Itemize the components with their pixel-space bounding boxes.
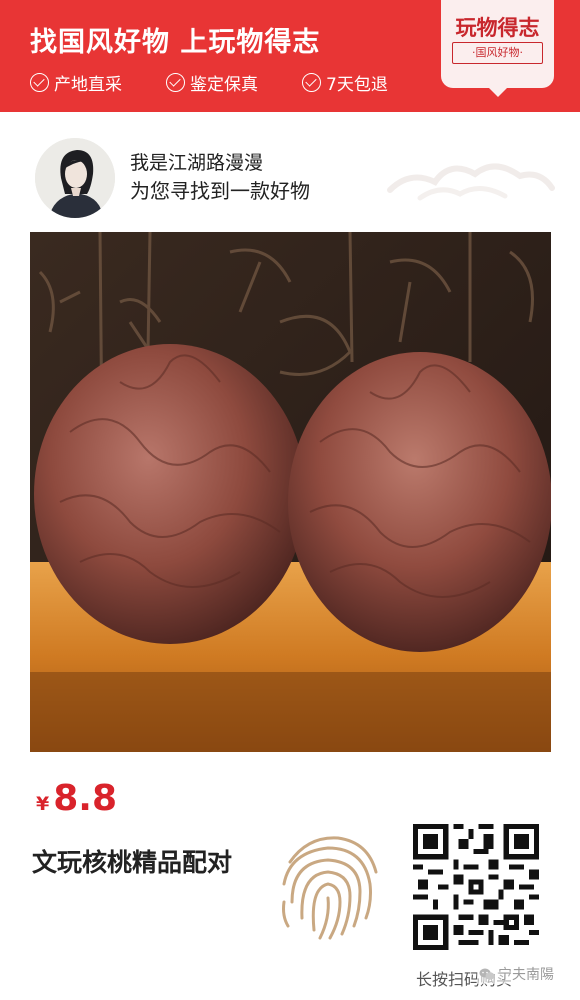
feature-list: 产地直采 鉴定保真 7天包退 <box>30 70 388 95</box>
check-circle-icon <box>30 73 49 92</box>
avatar-portrait <box>35 138 115 218</box>
wechat-icon <box>479 968 495 980</box>
feature-item: 7天包退 <box>302 70 388 95</box>
currency-symbol: ¥ <box>36 793 50 815</box>
product-image[interactable] <box>30 232 551 752</box>
price-value: 8.8 <box>53 778 118 819</box>
watermark-text: 宁夫南陽 <box>498 967 554 983</box>
brand-subtitle: ·国风好物· <box>452 42 543 64</box>
feature-label: 产地直采 <box>54 75 122 95</box>
curator-tagline: 为您寻找到一款好物 <box>130 179 310 203</box>
watermark: 宁夫南陽 <box>477 964 556 984</box>
cloud-decoration <box>387 163 555 201</box>
brand-name: 玩物得志 <box>455 16 540 40</box>
price: ¥8.8 <box>36 778 117 819</box>
curator-name: 我是江湖路漫漫 <box>130 152 264 174</box>
fingerprint-icon[interactable] <box>268 822 392 946</box>
feature-item: 产地直采 <box>30 70 122 95</box>
qr-code[interactable] <box>411 824 541 950</box>
slogan: 找国风好物 上玩物得志 <box>30 27 321 58</box>
feature-label: 鉴定保真 <box>190 75 258 95</box>
product-name: 文玩核桃精品配对 <box>32 848 233 877</box>
walnut-photo <box>30 232 551 752</box>
feature-item: 鉴定保真 <box>166 70 258 95</box>
feature-label: 7天包退 <box>326 75 388 95</box>
top-banner: 找国风好物 上玩物得志 产地直采 鉴定保真 7天包退 玩物得志 ·国风好物· <box>0 0 580 112</box>
brand-badge: 玩物得志 ·国风好物· <box>441 0 554 97</box>
check-circle-icon <box>302 73 321 92</box>
avatar <box>35 138 115 218</box>
check-circle-icon <box>166 73 185 92</box>
